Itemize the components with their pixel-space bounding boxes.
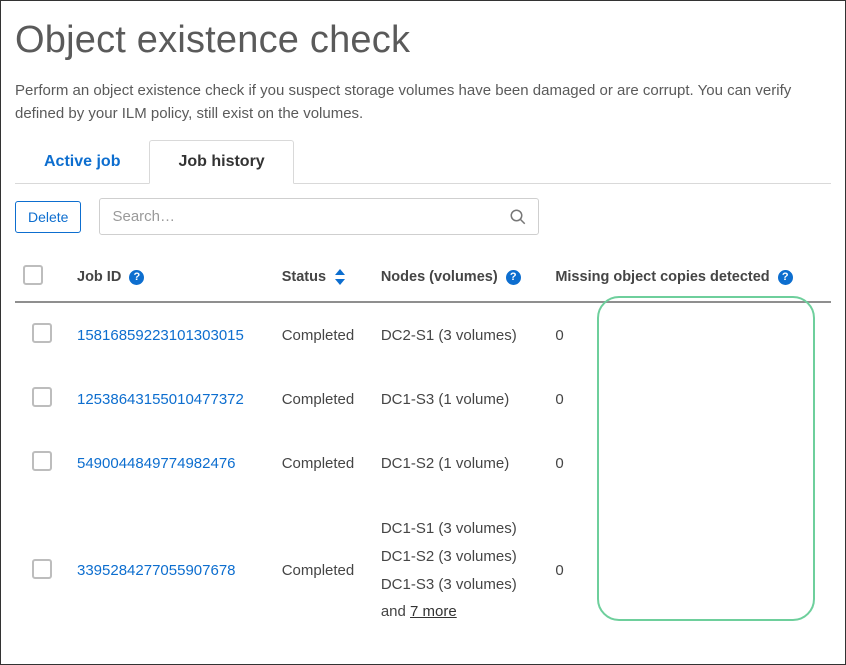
sort-icon[interactable] <box>334 269 346 285</box>
missing-cell: 0 <box>547 431 831 495</box>
missing-cell: 0 <box>547 367 831 431</box>
missing-cell: 0 <box>547 302 831 367</box>
row-checkbox[interactable] <box>32 323 52 343</box>
tab-job-history[interactable]: Job history <box>149 140 293 184</box>
nodes-cell: DC2-S1 (3 volumes) <box>373 302 548 367</box>
search-wrap <box>99 198 539 235</box>
job-history-table: Job ID ? Status Nodes (volumes) ? <box>15 255 831 646</box>
page-title: Object existence check <box>15 19 831 62</box>
col-nodes[interactable]: Nodes (volumes) ? <box>373 255 548 302</box>
nodes-cell: DC1-S2 (1 volume) <box>373 431 548 495</box>
job-id-link[interactable]: 5490044849774982476 <box>77 455 236 472</box>
table-row: 5490044849774982476 Completed DC1-S2 (1 … <box>15 431 831 495</box>
col-nodes-label: Nodes (volumes) <box>381 269 498 285</box>
row-checkbox[interactable] <box>32 387 52 407</box>
help-icon[interactable]: ? <box>778 270 793 285</box>
delete-button[interactable]: Delete <box>15 201 81 233</box>
table-row: 15816859223101303015 Completed DC2-S1 (3… <box>15 302 831 367</box>
nodes-cell: DC1-S3 (1 volume) <box>373 367 548 431</box>
help-icon[interactable]: ? <box>129 270 144 285</box>
col-missing[interactable]: Missing object copies detected ? <box>547 255 831 302</box>
col-status-label: Status <box>282 269 326 285</box>
help-icon[interactable]: ? <box>506 270 521 285</box>
job-id-link[interactable]: 12538643155010477372 <box>77 391 244 408</box>
toolbar: Delete <box>15 198 831 235</box>
nodes-cell: DC1-S1 (3 volumes) DC1-S2 (3 volumes) DC… <box>373 495 548 646</box>
node-line: DC1-S2 (3 volumes) <box>381 543 540 571</box>
node-more: and 7 more <box>381 598 540 626</box>
search-icon <box>509 208 527 226</box>
col-status[interactable]: Status <box>274 255 373 302</box>
status-cell: Completed <box>274 495 373 646</box>
more-nodes-link[interactable]: 7 more <box>410 603 457 620</box>
missing-cell: 0 <box>547 495 831 646</box>
node-line: DC1-S3 (3 volumes) <box>381 571 540 599</box>
col-job-id-label: Job ID <box>77 269 121 285</box>
col-job-id[interactable]: Job ID ? <box>69 255 274 302</box>
col-missing-label: Missing object copies detected <box>555 269 769 285</box>
page-description: Perform an object existence check if you… <box>15 80 831 125</box>
row-checkbox[interactable] <box>32 559 52 579</box>
status-cell: Completed <box>274 302 373 367</box>
search-input[interactable] <box>99 198 539 235</box>
tabs: Active job Job history <box>15 139 831 184</box>
status-cell: Completed <box>274 431 373 495</box>
row-checkbox[interactable] <box>32 451 52 471</box>
select-all-checkbox[interactable] <box>23 265 43 285</box>
node-line: DC1-S1 (3 volumes) <box>381 515 540 543</box>
job-id-link[interactable]: 3395284277055907678 <box>77 562 236 579</box>
status-cell: Completed <box>274 367 373 431</box>
job-id-link[interactable]: 15816859223101303015 <box>77 327 244 344</box>
table-row: 12538643155010477372 Completed DC1-S3 (1… <box>15 367 831 431</box>
table-row: 3395284277055907678 Completed DC1-S1 (3 … <box>15 495 831 646</box>
tab-active-job[interactable]: Active job <box>15 140 149 184</box>
